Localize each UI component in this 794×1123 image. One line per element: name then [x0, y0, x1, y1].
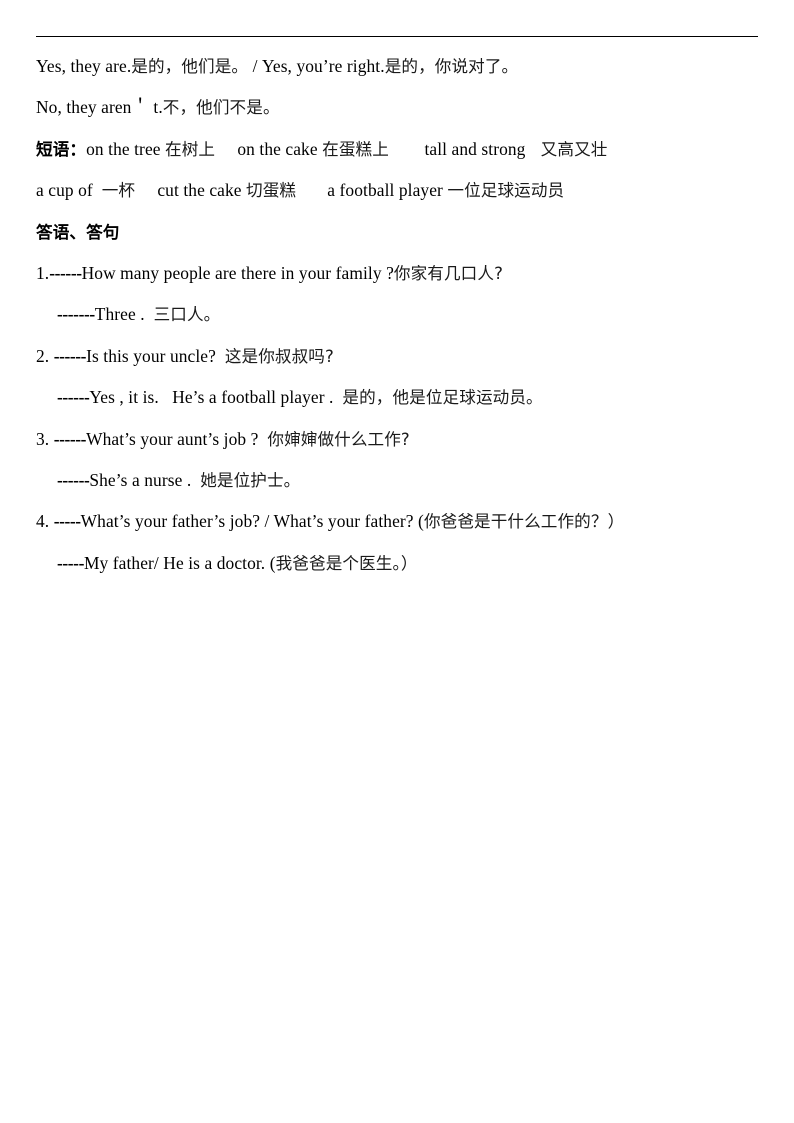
line-phrases-1-seg-1: on the tree: [86, 138, 166, 159]
qa-3-question-seg-3: 你婶婶做什么工作?: [267, 429, 410, 449]
qa-2-answer-seg-1: Yes , it is. He’s a football player .: [89, 387, 343, 408]
qa-2-question-seg-3: 这是你叔叔吗?: [224, 346, 334, 366]
line-phrases-2-seg-5: 一位足球运动员: [447, 181, 565, 201]
qa-4-question-seg-2: What’s your father’s job? / What’s your …: [80, 511, 424, 532]
line-phrases-2-seg-4: a football player: [296, 180, 448, 201]
line-section-heading-seg-0: 答语、答句: [36, 222, 120, 242]
qa-3-question-seg-1: ------: [53, 428, 87, 449]
qa-2-question-seg-2: Is this your uncle?: [86, 345, 225, 366]
line-phrases-1-seg-6: 又高又壮: [529, 139, 608, 159]
qa-1-question-seg-0: 1.: [36, 262, 50, 283]
line-phrases-1-seg-0: 短语：: [36, 139, 87, 159]
qa-2-answer-seg-2: 是的，他是位足球运动员。: [342, 388, 543, 408]
qa-1-question-seg-3: 你家有几口人?: [393, 263, 503, 283]
qa-1-answer: -------Three . 三口人。: [36, 294, 766, 335]
line-yes-they-are-seg-0: Yes, they are.: [36, 56, 132, 76]
qa-2-answer-seg-0: ------: [57, 387, 90, 408]
qa-3-question: 3. ------What’s your aunt’s job ? 你婶婶做什么…: [36, 419, 766, 460]
qa-3-answer-seg-2: 她是位护士。: [200, 470, 301, 490]
line-yes-they-are-seg-3: 是的，你说对了。: [384, 57, 519, 76]
line-no-they-arent-seg-0: No, they aren＇ t.: [36, 97, 163, 118]
line-phrases-1-seg-5: tall and strong: [388, 138, 530, 159]
line-phrases-2: a cup of 一杯 cut the cake 切蛋糕 a football …: [36, 170, 766, 211]
line-phrases-1-seg-2: 在树上: [165, 139, 216, 159]
line-section-heading: 答语、答句: [36, 212, 766, 253]
line-phrases-1-seg-3: on the cake: [215, 138, 323, 159]
line-phrases-2-seg-1: 一杯: [101, 181, 136, 201]
qa-4-answer: -----My father/ He is a doctor. (我爸爸是个医生…: [36, 543, 766, 584]
qa-3-question-seg-2: What’s your aunt’s job ?: [86, 428, 268, 449]
qa-3-answer-seg-1: She’s a nurse .: [89, 469, 201, 490]
document-body: Yes, they are.是的，他们是。 / Yes, you’re righ…: [36, 46, 766, 584]
line-phrases-2-seg-2: cut the cake: [135, 180, 247, 201]
line-phrases-2-seg-3: 切蛋糕: [246, 181, 297, 201]
qa-2-answer: ------Yes , it is. He’s a football playe…: [36, 377, 766, 418]
line-yes-they-are-seg-1: 是的，他们是。: [131, 57, 249, 76]
line-no-they-arent: No, they aren＇ t.不，他们不是。: [36, 87, 766, 128]
qa-1-question-seg-2: How many people are there in your family…: [81, 262, 394, 283]
qa-2-question: 2. ------Is this your uncle? 这是你叔叔吗?: [36, 336, 766, 377]
line-phrases-1: 短语：on the tree 在树上 on the cake 在蛋糕上 tall…: [36, 129, 766, 170]
qa-4-answer-seg-0: -----: [57, 552, 84, 573]
line-yes-they-are: Yes, they are.是的，他们是。 / Yes, you’re righ…: [36, 46, 766, 87]
qa-4-answer-seg-2: 我爸爸是个医生。）: [275, 553, 418, 573]
qa-2-question-seg-0: 2.: [36, 345, 54, 366]
qa-1-answer-seg-0: -------: [57, 304, 95, 325]
top-horizontal-rule: [36, 36, 758, 37]
qa-3-question-seg-0: 3.: [36, 428, 54, 449]
line-phrases-1-seg-4: 在蛋糕上: [322, 139, 389, 159]
qa-4-question-seg-0: 4.: [36, 511, 54, 532]
qa-1-question-seg-1: ------: [49, 262, 82, 283]
qa-4-answer-seg-1: My father/ He is a doctor. (: [83, 552, 276, 573]
qa-1-answer-seg-2: 三口人。: [153, 305, 221, 325]
line-yes-they-are-seg-2: / Yes, you’re right.: [248, 56, 385, 76]
qa-4-question-seg-1: -----: [53, 511, 81, 532]
qa-4-question-seg-3: 你爸爸是干什么工作的？）: [423, 512, 625, 532]
line-no-they-arent-seg-1: 不，他们不是。: [162, 98, 280, 118]
qa-2-question-seg-1: ------: [53, 345, 87, 366]
line-phrases-2-seg-0: a cup of: [36, 180, 102, 201]
document-page: Yes, they are.是的，他们是。 / Yes, you’re righ…: [0, 0, 794, 1123]
qa-4-question: 4. -----What’s your father’s job? / What…: [36, 501, 766, 542]
qa-3-answer-seg-0: ------: [57, 469, 90, 490]
qa-1-answer-seg-1: Three .: [94, 304, 154, 325]
qa-1-question: 1.------How many people are there in you…: [36, 253, 766, 294]
qa-3-answer: ------She’s a nurse . 她是位护士。: [36, 460, 766, 501]
